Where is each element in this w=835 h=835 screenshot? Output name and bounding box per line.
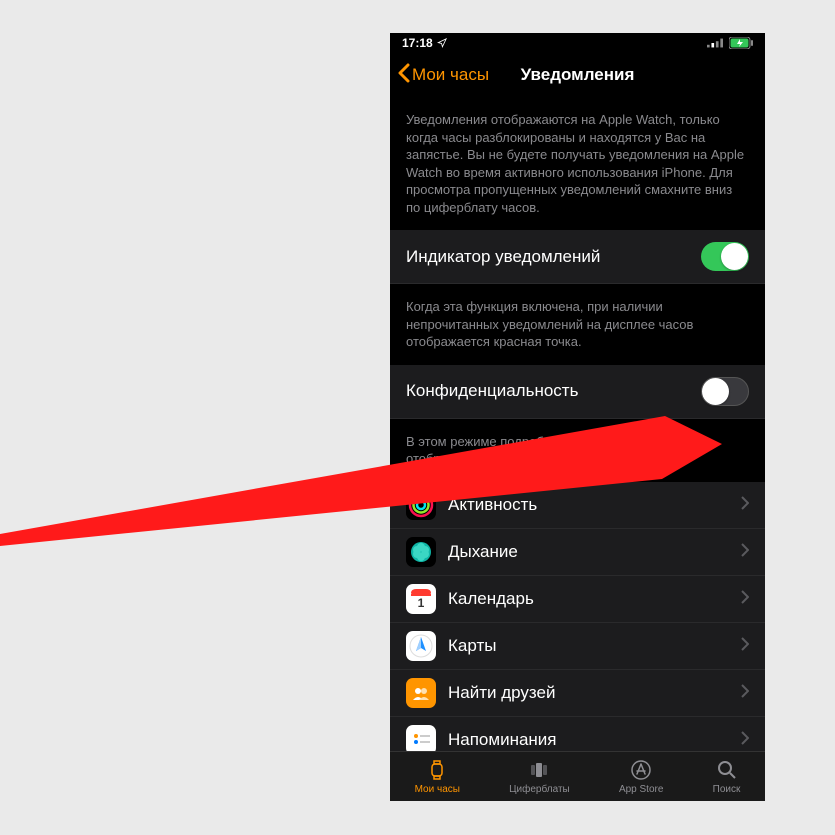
tab-label: App Store (619, 784, 663, 795)
chevron-right-icon (741, 637, 749, 656)
row-label: Конфиденциальность (406, 381, 578, 401)
maps-icon (406, 631, 436, 661)
notification-indicator-toggle[interactable] (701, 242, 749, 271)
back-button[interactable]: Мои часы (398, 63, 489, 88)
privacy-toggle[interactable] (701, 377, 749, 406)
chevron-right-icon (741, 590, 749, 609)
back-label: Мои часы (412, 65, 489, 85)
app-row-calendar[interactable]: 1 Календарь (390, 576, 765, 623)
location-icon (437, 38, 447, 48)
breathe-icon (406, 537, 436, 567)
row-label: Индикатор уведомлений (406, 247, 600, 267)
faces-icon (528, 758, 550, 782)
svg-text:1: 1 (418, 596, 425, 610)
page-title: Уведомления (521, 65, 635, 85)
intro-text: Уведомления отображаются на Apple Watch,… (390, 97, 765, 230)
notification-indicator-row[interactable]: Индикатор уведомлений (390, 230, 765, 284)
tab-appstore[interactable]: App Store (619, 758, 663, 795)
app-row-activity[interactable]: Активность (390, 482, 765, 529)
privacy-row[interactable]: Конфиденциальность (390, 365, 765, 419)
chevron-right-icon (741, 543, 749, 562)
tab-bar: Мои часы Циферблаты App Store Поиск (390, 751, 765, 801)
chevron-right-icon (741, 731, 749, 750)
app-label: Календарь (448, 589, 729, 609)
signal-icon (707, 38, 723, 48)
content-scroll[interactable]: Уведомления отображаются на Apple Watch,… (390, 97, 765, 751)
status-time: 17:18 (402, 36, 433, 50)
app-label: Напоминания (448, 730, 729, 750)
status-bar: 17:18 (390, 33, 765, 53)
app-label: Найти друзей (448, 683, 729, 703)
calendar-icon: 1 (406, 584, 436, 614)
search-icon (716, 758, 738, 782)
chevron-left-icon (398, 63, 410, 88)
app-label: Активность (448, 495, 729, 515)
watch-icon (426, 758, 448, 782)
tab-label: Мои часы (415, 784, 460, 795)
find-friends-icon (406, 678, 436, 708)
appstore-icon (630, 758, 652, 782)
help-text-2: В этом режиме подробности оповещения не … (390, 419, 765, 482)
chevron-right-icon (741, 684, 749, 703)
chevron-right-icon (741, 496, 749, 515)
tab-search[interactable]: Поиск (713, 758, 741, 795)
app-row-findfriends[interactable]: Найти друзей (390, 670, 765, 717)
tab-faces[interactable]: Циферблаты (509, 758, 570, 795)
app-label: Карты (448, 636, 729, 656)
help-text-1: Когда эта функция включена, при наличии … (390, 284, 765, 365)
reminders-icon (406, 725, 436, 751)
app-row-reminders[interactable]: Напоминания (390, 717, 765, 751)
app-row-maps[interactable]: Карты (390, 623, 765, 670)
tab-label: Поиск (713, 784, 741, 795)
activity-icon (406, 490, 436, 520)
app-label: Дыхание (448, 542, 729, 562)
battery-icon (729, 37, 753, 49)
app-row-breathe[interactable]: Дыхание (390, 529, 765, 576)
navigation-bar: Мои часы Уведомления (390, 53, 765, 97)
tab-my-watch[interactable]: Мои часы (415, 758, 460, 795)
tab-label: Циферблаты (509, 784, 570, 795)
phone-screen: 17:18 Мои часы Уведомления Уведомления о… (390, 33, 765, 801)
